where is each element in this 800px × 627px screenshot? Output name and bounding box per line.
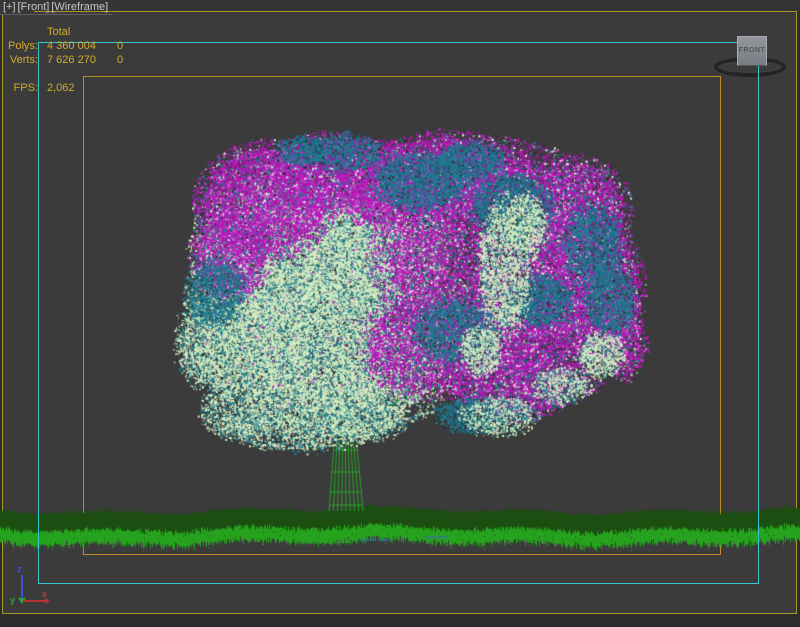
safe-frame-action (38, 42, 759, 584)
viewport-menu-shading[interactable]: [Wireframe] (51, 1, 108, 13)
stats-fps-value: 2,062 (47, 82, 75, 94)
axis-x-label: x (42, 589, 47, 599)
viewport-menu-general[interactable]: [+] (3, 1, 16, 13)
stats-verts-label: Verts: (0, 54, 38, 66)
stats-polys-selected: 0 (117, 40, 123, 52)
stats-header: Total (47, 26, 70, 38)
stats-polys-label: Polys: (0, 40, 38, 52)
viewport-label-underline (0, 14, 113, 15)
stats-fps-label: FPS: (0, 82, 38, 94)
viewcube-front-face[interactable]: FRONT (737, 36, 767, 66)
stats-verts-selected: 0 (117, 54, 123, 66)
stats-polys-value: 4 360 004 (47, 40, 96, 52)
axis-z-label: z (17, 564, 22, 574)
axis-x-icon (23, 600, 45, 602)
viewport-label: [+][Front][Wireframe] (3, 1, 110, 13)
stats-verts-value: 7 626 270 (47, 54, 96, 66)
axis-y-label: y (10, 595, 15, 605)
viewport-menu-pov[interactable]: [Front] (18, 1, 50, 13)
